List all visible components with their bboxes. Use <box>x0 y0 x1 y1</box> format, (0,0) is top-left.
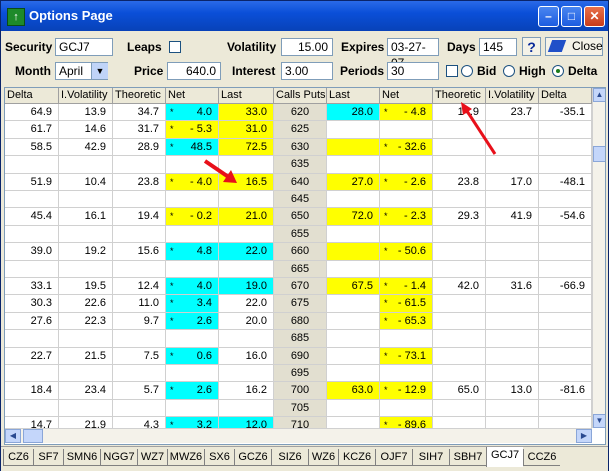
tab-mwz6[interactable]: MWZ6 <box>167 449 204 466</box>
window-title: Options Page <box>29 8 113 23</box>
month-label: Month <box>15 64 51 78</box>
toolbar: Security GCJ7 Leaps Volatility 15.00 Exp… <box>1 31 608 86</box>
close-button[interactable]: Close <box>545 37 603 56</box>
price-field[interactable]: 640.0 <box>167 62 221 80</box>
price-label: Price <box>134 64 164 78</box>
delta-radio[interactable] <box>552 65 564 77</box>
annotation-arrows <box>203 102 497 183</box>
security-label: Security <box>5 40 53 54</box>
contract-tabs: CZ6 SF7 SMN6 NGG7 WZ7 MWZ6 SX6 GCZ6 SIZ6 WZ6 KCZ6 O… <box>1 446 608 471</box>
high-label: High <box>519 64 546 78</box>
bid-label: Bid <box>477 64 497 78</box>
title-bar: ↑ Options Page – □ ✕ <box>1 1 608 31</box>
leaps-label: Leaps <box>127 40 162 54</box>
days-field[interactable]: 145 <box>479 38 517 56</box>
periods-label: Periods <box>340 64 385 78</box>
app-icon: ↑ <box>7 8 25 26</box>
maximize-icon[interactable]: □ <box>561 6 582 27</box>
tab-sx6[interactable]: SX6 <box>204 449 234 466</box>
expires-field[interactable]: 03-27-07 <box>387 38 439 70</box>
tab-cz6[interactable]: CZ6 <box>3 449 33 466</box>
tab-gcj7[interactable]: GCJ7 <box>486 447 523 467</box>
red-arrow-icon <box>461 102 497 155</box>
tab-wz7[interactable]: WZ7 <box>137 449 167 466</box>
help-button[interactable]: ? <box>522 37 541 56</box>
tab-siz6[interactable]: SIZ6 <box>271 449 308 466</box>
tab-sf7[interactable]: SF7 <box>33 449 63 466</box>
days-label: Days <box>447 40 476 54</box>
tab-ojf7[interactable]: OJF7 <box>375 449 412 466</box>
tab-smn6[interactable]: SMN6 <box>63 449 100 466</box>
options-grid[interactable]: Delta I.Volatility Theoretic Net Last Calls P… <box>4 87 606 445</box>
tab-ccz6[interactable]: CCZ6 <box>523 449 560 466</box>
tab-kcz6[interactable]: KCZ6 <box>338 449 375 466</box>
option-checkbox[interactable] <box>446 65 458 77</box>
leaps-checkbox[interactable] <box>169 41 181 53</box>
horizontal-scroll-thumb[interactable] <box>23 429 43 443</box>
scroll-left-icon[interactable]: ◀ <box>5 429 21 443</box>
options-window: ↑ Options Page – □ ✕ Security GCJ7 Leaps… <box>0 0 609 471</box>
tab-ngg7[interactable]: NGG7 <box>100 449 137 466</box>
horizontal-scrollbar[interactable]: ◀ ▶ <box>5 428 592 443</box>
security-field[interactable]: GCJ7 <box>55 38 113 56</box>
minimize-icon[interactable]: – <box>538 6 559 27</box>
bid-radio[interactable] <box>461 65 473 77</box>
scroll-right-icon[interactable]: ▶ <box>576 429 592 443</box>
close-eraser-icon <box>547 40 567 52</box>
month-select[interactable]: April ▼ <box>55 62 108 80</box>
tab-gcz6[interactable]: GCZ6 <box>234 449 271 466</box>
interest-label: Interest <box>232 64 276 78</box>
close-button-label: Close <box>572 39 603 53</box>
high-radio[interactable] <box>503 65 515 77</box>
periods-field[interactable]: 30 <box>387 62 439 80</box>
month-value: April <box>59 64 84 78</box>
expires-label: Expires <box>341 40 385 54</box>
chevron-down-icon[interactable]: ▼ <box>91 63 108 79</box>
tab-sih7[interactable]: SIH7 <box>412 449 449 466</box>
interest-field[interactable]: 3.00 <box>281 62 333 80</box>
tab-wz6[interactable]: WZ6 <box>308 449 338 466</box>
delta-label: Delta <box>568 64 598 78</box>
red-arrow-icon <box>203 159 237 183</box>
tab-sbh7[interactable]: SBH7 <box>449 449 486 466</box>
close-icon[interactable]: ✕ <box>584 6 605 27</box>
volatility-field[interactable]: 15.00 <box>281 38 333 56</box>
volatility-label: Volatility <box>227 40 277 54</box>
